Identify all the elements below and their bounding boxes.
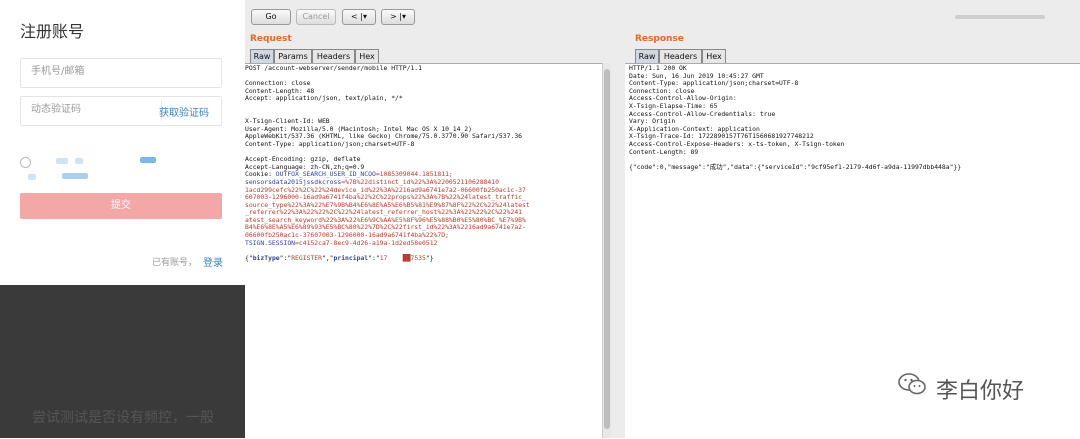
body-value-principal: 17 ██7535: [379, 253, 426, 262]
article-caption: 尝试测试是否设有频控，一般: [32, 410, 214, 426]
login-hint: 已有账号，: [152, 258, 198, 268]
tab-request-raw[interactable]: Raw: [250, 49, 274, 63]
body-value-biztype: REGISTER: [291, 253, 322, 262]
response-text: HTTP/1.1 200 OK Date: Sun, 16 Jun 2019 1…: [629, 64, 962, 171]
tsign-cookie-value: =c4152ca7-8ec9-4d26-a19a-1d2ed58e0512: [295, 238, 438, 247]
request-title: Request: [250, 34, 292, 44]
request-scroll-thumb[interactable]: [604, 69, 610, 429]
splitter[interactable]: [611, 63, 621, 438]
wechat-icon: [898, 373, 926, 395]
signup-panel: 注册账号 获取验证码 提交 已有账号， 登录: [0, 0, 245, 285]
blurred-text: [56, 158, 68, 164]
toolbar: Go Cancel < |▾ > |▾: [245, 0, 1080, 32]
response-body: {"code":0,"message":"成功","data":{"servic…: [629, 162, 962, 171]
response-line: Content-Length: 89: [629, 147, 699, 156]
back-button[interactable]: < |▾: [342, 9, 376, 25]
tab-response-raw[interactable]: Raw: [635, 49, 659, 63]
request-line: Accept: application/json, text/plain, */…: [245, 94, 403, 103]
body-key-biztype: bizType: [252, 253, 280, 262]
watermark-text: 李白你好: [936, 379, 1025, 404]
login-link[interactable]: 登录: [203, 254, 223, 269]
phone-field[interactable]: [20, 58, 222, 88]
blurred-text: [62, 173, 88, 179]
blurred-text: [28, 174, 36, 180]
tab-request-params[interactable]: Params: [274, 49, 312, 63]
request-scrollbar[interactable]: [602, 63, 611, 438]
body-punct: ",": [321, 253, 334, 262]
code-field[interactable]: 获取验证码: [20, 96, 222, 126]
response-title: Response: [635, 34, 684, 44]
forward-button[interactable]: > |▾: [381, 9, 415, 25]
tsign-cookie-name: TSIGN.SESSION: [245, 238, 296, 247]
agree-radio[interactable]: [20, 157, 31, 168]
submit-button[interactable]: 提交: [20, 193, 222, 219]
phone-input[interactable]: [29, 65, 153, 78]
request-editor[interactable]: POST /account-webserver/sender/mobile HT…: [245, 63, 602, 439]
request-line: Content-Type: application/json;charset=U…: [245, 139, 415, 148]
tab-request-hex[interactable]: Hex: [355, 49, 379, 63]
get-code-button[interactable]: 获取验证码: [159, 104, 209, 119]
body-punct: ":": [368, 253, 380, 262]
body-punct: "}: [425, 253, 434, 262]
blurred-target: [955, 15, 1045, 19]
blurred-text: [140, 157, 156, 163]
signup-title: 注册账号: [20, 22, 85, 41]
blurred-text: [75, 158, 83, 164]
code-input[interactable]: [29, 103, 153, 116]
cancel-button[interactable]: Cancel: [296, 9, 336, 25]
tab-request-headers[interactable]: Headers: [312, 49, 355, 63]
request-line: POST /account-webserver/sender/mobile HT…: [245, 64, 422, 72]
go-button[interactable]: Go: [251, 9, 291, 25]
body-key-principal: principal: [333, 253, 369, 262]
body-punct: {": [245, 253, 253, 262]
tab-response-headers[interactable]: Headers: [659, 49, 702, 63]
body-punct: ":": [279, 253, 292, 262]
tab-response-hex[interactable]: Hex: [702, 49, 726, 63]
request-text: POST /account-webserver/sender/mobile HT…: [245, 64, 530, 262]
